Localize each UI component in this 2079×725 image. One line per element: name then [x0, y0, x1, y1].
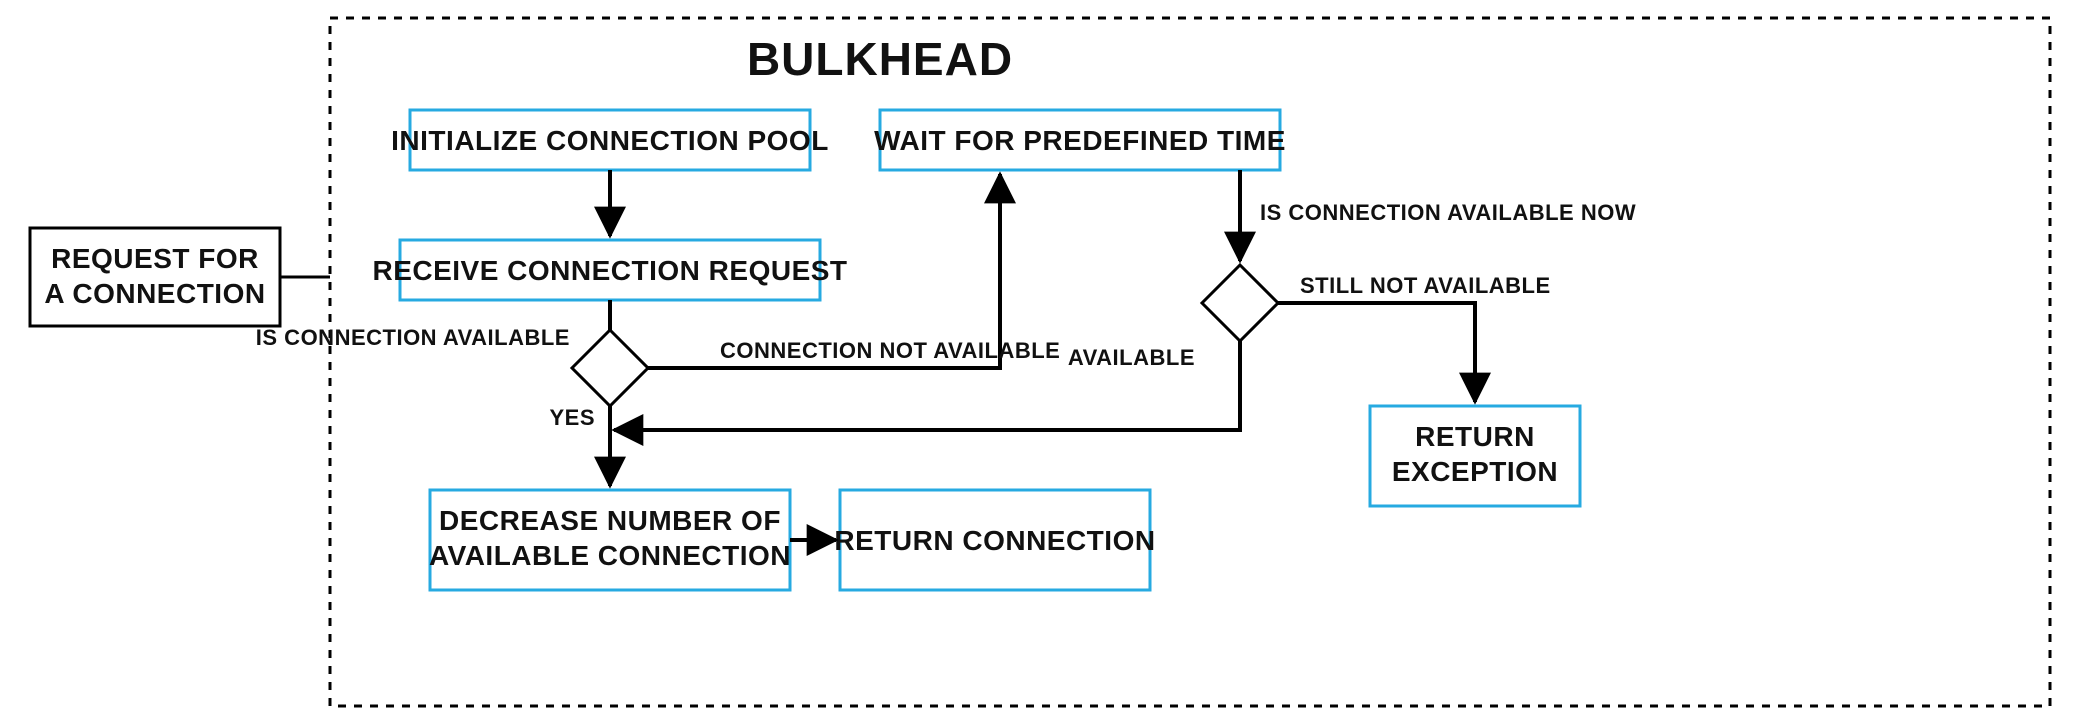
bulkhead-diagram: BULKHEAD REQUEST FOR A CONNECTION INITIA…: [0, 0, 2079, 725]
node-request-line2: A CONNECTION: [44, 278, 265, 309]
node-return-exception: RETURN EXCEPTION: [1370, 406, 1580, 506]
label-is-conn-available: IS CONNECTION AVAILABLE: [256, 325, 570, 350]
label-conn-not-available: CONNECTION NOT AVAILABLE: [720, 338, 1060, 363]
node-request: REQUEST FOR A CONNECTION: [30, 228, 280, 326]
node-return-exception-line2: EXCEPTION: [1392, 456, 1558, 487]
node-wait: WAIT FOR PREDEFINED TIME: [874, 110, 1286, 170]
label-is-conn-available-now: IS CONNECTION AVAILABLE NOW: [1260, 200, 1636, 225]
decision-conn-available-now: [1202, 265, 1278, 341]
node-receive-text: RECEIVE CONNECTION REQUEST: [372, 255, 847, 286]
label-yes: YES: [549, 405, 595, 430]
node-request-line1: REQUEST FOR: [51, 243, 259, 274]
node-init-text: INITIALIZE CONNECTION POOL: [391, 125, 829, 156]
label-still-not-available: STILL NOT AVAILABLE: [1300, 273, 1551, 298]
node-return-exception-line1: RETURN: [1415, 421, 1535, 452]
node-init: INITIALIZE CONNECTION POOL: [391, 110, 829, 170]
decision-conn-available: [572, 330, 648, 406]
node-decrease: DECREASE NUMBER OF AVAILABLE CONNECTION: [429, 490, 791, 590]
edge-decision2-still-not: [1278, 303, 1475, 402]
node-wait-text: WAIT FOR PREDEFINED TIME: [874, 125, 1286, 156]
node-decrease-line1: DECREASE NUMBER OF: [439, 505, 781, 536]
node-return-connection: RETURN CONNECTION: [834, 490, 1155, 590]
node-return-connection-text: RETURN CONNECTION: [834, 525, 1155, 556]
label-available: AVAILABLE: [1068, 345, 1195, 370]
node-receive: RECEIVE CONNECTION REQUEST: [372, 240, 847, 300]
diagram-title: BULKHEAD: [747, 33, 1013, 85]
node-decrease-line2: AVAILABLE CONNECTION: [429, 540, 791, 571]
